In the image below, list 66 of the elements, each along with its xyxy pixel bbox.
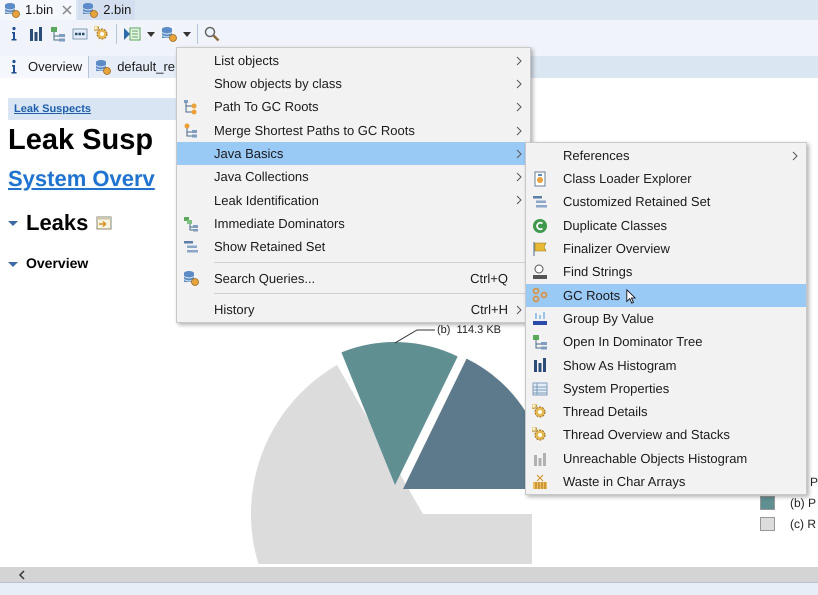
menu-item[interactable]: Path To GC Roots bbox=[177, 96, 530, 119]
menu-item-label: Thread Details bbox=[563, 403, 648, 422]
menu-item-label: Open In Dominator Tree bbox=[563, 333, 702, 352]
legend-label: (b) P bbox=[790, 494, 816, 512]
file-tab[interactable]: 2.bin bbox=[78, 0, 136, 20]
menu-item-label: Show As Histogram bbox=[563, 356, 676, 375]
search-icon[interactable] bbox=[204, 26, 220, 42]
menu-item[interactable]: Unreachable Objects Histogram bbox=[526, 446, 806, 470]
menu-item[interactable]: Thread Details bbox=[526, 400, 806, 424]
horizontal-scrollbar[interactable] bbox=[0, 567, 818, 582]
menu-item-label: History bbox=[214, 300, 254, 319]
legend-label: P bbox=[810, 474, 818, 490]
database-gear-icon bbox=[4, 2, 20, 18]
menu-item-label: Immediate Dominators bbox=[214, 214, 345, 233]
menu-item-label: Merge Shortest Paths to GC Roots bbox=[214, 122, 415, 140]
editor-tab[interactable]: Overview bbox=[0, 56, 90, 78]
section-heading: Overview bbox=[26, 254, 88, 273]
menu-item-label: Unreachable Objects Histogram bbox=[563, 450, 748, 468]
breadcrumb-link[interactable]: Leak Suspects bbox=[14, 100, 92, 118]
caret-icon[interactable] bbox=[183, 32, 191, 36]
section-heading: Leaks bbox=[26, 209, 88, 237]
close-icon[interactable] bbox=[62, 5, 72, 15]
menu-item-label: Leak Identification bbox=[214, 192, 319, 210]
menu-item-label: Java Collections bbox=[214, 168, 309, 186]
menu-item-label: Find Strings bbox=[563, 263, 632, 282]
menu-item[interactable]: GC Roots bbox=[526, 284, 806, 308]
menu-item[interactable]: Thread Overview and Stacks bbox=[526, 424, 806, 447]
menu-item[interactable]: System Properties bbox=[526, 376, 806, 400]
page-title: Leak Susp bbox=[8, 123, 154, 158]
file-tab[interactable]: 1.bin bbox=[0, 0, 76, 20]
leader-line bbox=[395, 329, 435, 344]
menu-item-label: Class Loader Explorer bbox=[563, 170, 692, 188]
system-overview-link[interactable]: System Overv bbox=[8, 164, 155, 194]
menu-item[interactable]: Waste in Char Arrays bbox=[526, 470, 806, 494]
shortcut-text: Ctrl+Q bbox=[470, 270, 508, 288]
caret-icon[interactable] bbox=[147, 32, 155, 36]
database-gear-icon bbox=[161, 26, 177, 42]
menu-item-label: Waste in Char Arrays bbox=[563, 473, 686, 492]
gears-icon bbox=[94, 26, 110, 42]
chart-label: (b) 114.3 KB bbox=[437, 323, 501, 338]
menu-item-label: Group By Value bbox=[563, 310, 654, 328]
menu-item-label: References bbox=[563, 146, 630, 165]
run-report-icon[interactable] bbox=[123, 26, 141, 42]
menu-item-label: Customized Retained Set bbox=[563, 193, 710, 212]
legend-label: (c) R bbox=[790, 516, 816, 532]
menu-item-label: Show Retained Set bbox=[214, 238, 326, 256]
menu-item-label: Thread Overview and Stacks bbox=[563, 426, 730, 444]
menu-item[interactable]: Merge Shortest Paths to GC Roots bbox=[177, 118, 530, 142]
menu-item[interactable]: Show As Histogram bbox=[526, 354, 806, 377]
menu-item-label: Search Queries... bbox=[214, 270, 316, 288]
menu-item-label: Finalizer Overview bbox=[563, 240, 670, 258]
shortcut-text: Ctrl+H bbox=[470, 300, 508, 319]
menu-item[interactable]: Open In Dominator Tree bbox=[526, 330, 806, 354]
menu-item-label: Duplicate Classes bbox=[563, 216, 668, 235]
menu-item-label: List objects bbox=[214, 52, 280, 70]
bar-chart-icon bbox=[28, 26, 44, 42]
menu-item-label: Show objects by class bbox=[214, 75, 342, 94]
scroll-left-icon[interactable] bbox=[18, 570, 26, 580]
database-gear-icon bbox=[82, 2, 98, 18]
mouse-cursor-icon bbox=[626, 289, 636, 304]
menu-item-label: Java Basics bbox=[214, 145, 284, 164]
menu-item-label: GC Roots bbox=[563, 286, 620, 305]
menu-item-label: System Properties bbox=[563, 380, 670, 398]
tree-icon bbox=[50, 26, 66, 42]
query-editor-icon[interactable] bbox=[72, 26, 88, 42]
menu-item-label: Path To GC Roots bbox=[214, 98, 319, 116]
